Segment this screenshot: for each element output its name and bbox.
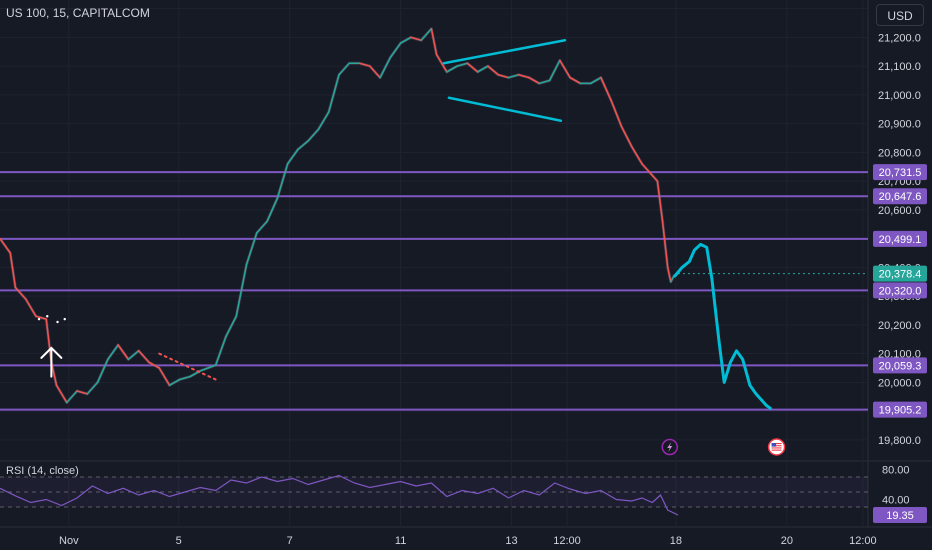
symbol-title: US 100, 15, CAPITALCOM <box>6 6 150 20</box>
time-tick-label: 11 <box>395 535 406 547</box>
flag-stripe <box>771 447 782 449</box>
us-flag-icon[interactable] <box>767 438 786 456</box>
level-tag-label: 19,905.2 <box>879 405 922 417</box>
rsi-tick-label: 80.00 <box>882 465 910 477</box>
price-segment <box>446 65 458 73</box>
arrow-dot <box>46 315 49 318</box>
lightning-icon[interactable] <box>661 438 678 456</box>
level-tag-label: 20,059.3 <box>879 360 922 372</box>
price-segment <box>466 62 479 73</box>
price-tick-label: 21,200.0 <box>878 32 921 44</box>
price-segment <box>117 344 130 361</box>
time-tick-label: 20 <box>781 535 793 547</box>
time-tick-label: 12:00 <box>553 535 581 547</box>
axes: 21,300.021,200.021,100.021,000.020,900.0… <box>59 4 927 547</box>
price-segment <box>620 125 633 148</box>
price-segment <box>214 335 227 366</box>
price-segment <box>107 344 119 361</box>
event-icons[interactable] <box>661 438 786 456</box>
projection-path[interactable] <box>673 242 772 410</box>
price-segment <box>0 237 12 254</box>
price-segment <box>399 36 412 44</box>
arrow-dot <box>56 320 59 324</box>
price-tick-label: 19,800.0 <box>878 435 921 447</box>
rsi-value-label: 19.35 <box>886 510 914 522</box>
arrow-dot <box>63 317 66 321</box>
price-segment <box>86 381 99 395</box>
price-segment <box>559 59 571 79</box>
price-segment <box>317 111 330 131</box>
price-segment <box>630 145 643 165</box>
time-tick-label: 12:00 <box>849 535 877 547</box>
price-series <box>0 27 868 404</box>
wedge-lower-line[interactable] <box>447 96 563 122</box>
price-segment <box>589 76 602 85</box>
price-segment <box>137 349 150 364</box>
price-band <box>0 27 679 404</box>
price-segment <box>327 73 340 113</box>
flag-canton <box>771 443 777 447</box>
price-segment <box>610 99 623 128</box>
price-tick-label: 21,000.0 <box>878 90 921 102</box>
time-tick-label: 18 <box>670 535 682 547</box>
current-price-label: 20,378.4 <box>879 269 922 281</box>
level-tag-label: 20,731.5 <box>879 167 922 179</box>
grid <box>0 0 932 528</box>
time-tick-label: 7 <box>287 535 293 547</box>
horizontal-levels[interactable] <box>0 171 868 411</box>
price-segment <box>286 148 299 165</box>
price-tick-label: 21,100.0 <box>878 61 921 73</box>
level-tag-label: 20,499.1 <box>879 234 922 246</box>
price-segment <box>256 220 268 234</box>
price-segment <box>65 390 78 404</box>
up-arrow-icon <box>40 346 63 378</box>
price-segment <box>548 59 561 82</box>
price-segment <box>14 286 27 300</box>
price-segment <box>55 384 68 404</box>
price-segment <box>656 180 664 223</box>
arrow-dot <box>37 317 41 321</box>
price-segment <box>600 76 612 102</box>
price-segment <box>569 76 582 85</box>
price-segment <box>245 232 258 266</box>
price-segment <box>127 349 140 361</box>
time-tick-label: 13 <box>505 535 517 547</box>
rsi-title: RSI (14, close) <box>6 465 79 477</box>
price-segment <box>476 65 489 73</box>
flag-stripe <box>771 449 782 451</box>
price-tick-label: 20,600.0 <box>878 205 921 217</box>
rsi-tick-label: 40.00 <box>882 495 910 507</box>
dotted-trendline[interactable] <box>158 352 217 381</box>
chart-canvas[interactable]: 21,300.021,200.021,100.021,000.020,900.0… <box>0 0 932 550</box>
price-tick-label: 20,000.0 <box>878 377 921 389</box>
price-tick-label: 20,200.0 <box>878 320 921 332</box>
price-segment <box>641 163 654 177</box>
flag-icon-ring <box>767 438 786 456</box>
level-tag-label: 20,647.6 <box>879 191 922 203</box>
currency-button[interactable]: USD <box>876 4 924 26</box>
price-segment <box>24 298 37 318</box>
price-segment <box>9 252 17 289</box>
wedge-upper-line[interactable] <box>442 39 567 65</box>
price-segment <box>661 220 669 269</box>
price-segment <box>389 42 402 59</box>
price-segment <box>96 358 109 384</box>
time-tick-label: Nov <box>59 535 79 547</box>
price-segment <box>379 56 392 79</box>
price-tick-label: 20,800.0 <box>878 147 921 159</box>
price-segment <box>528 76 541 85</box>
price-tick-label: 20,900.0 <box>878 119 921 131</box>
time-tick-label: 5 <box>176 535 182 547</box>
price-segment <box>487 65 500 76</box>
price-segment <box>368 65 381 79</box>
level-tag-label: 20,320.0 <box>879 285 922 297</box>
price-segment <box>297 140 309 151</box>
price-segment <box>225 315 238 338</box>
price-segment <box>430 27 438 56</box>
price-segment <box>420 27 433 42</box>
price-segment <box>307 128 320 142</box>
rsi-pane <box>0 474 868 516</box>
drawings[interactable] <box>37 39 772 410</box>
price-segment <box>338 62 351 76</box>
